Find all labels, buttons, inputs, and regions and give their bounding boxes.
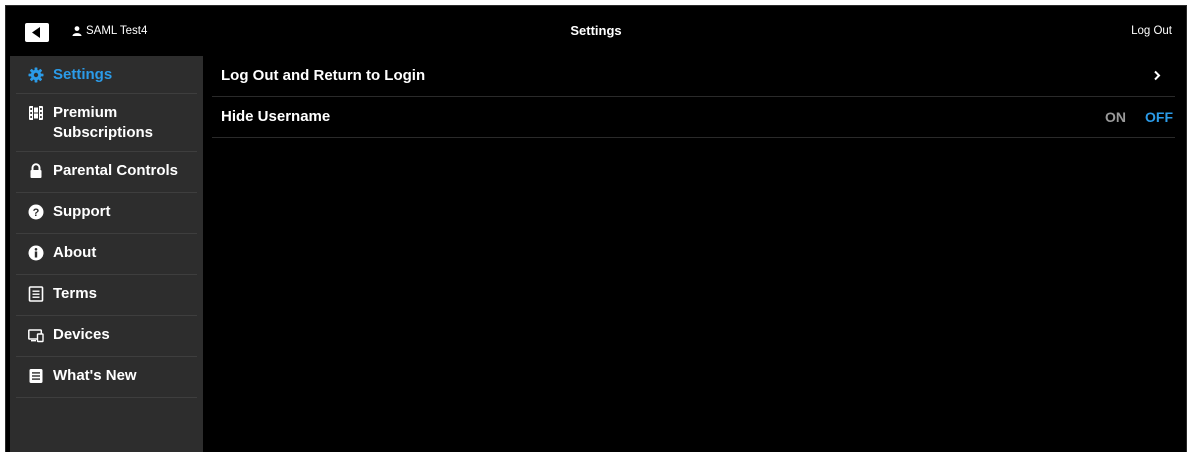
devices-icon [28, 329, 44, 343]
sidebar-item-label: Devices [53, 326, 110, 343]
sidebar-item-label: About [53, 244, 97, 261]
film-icon [29, 106, 43, 120]
hide-username-row: Hide Username ON OFF [212, 97, 1175, 138]
sidebar-item-label: What's New [53, 367, 137, 384]
gear-icon [28, 67, 44, 83]
sidebar-item-label: Settings [53, 66, 113, 83]
sidebar-item-label: Premium Subscriptions [53, 104, 154, 141]
sidebar-item-terms[interactable]: Terms [16, 275, 197, 316]
chevron-right-icon [1154, 70, 1161, 81]
sidebar-item-parental-controls[interactable]: Parental Controls [16, 152, 197, 193]
toggle-off-option[interactable]: OFF [1145, 107, 1173, 127]
sidebar-item-settings[interactable]: Settings [16, 56, 197, 94]
sidebar-item-label: Parental Controls [53, 162, 179, 179]
sidebar-item-label: Support [53, 203, 111, 220]
page-title: Settings [570, 23, 622, 38]
sidebar-item-devices[interactable]: Devices [16, 316, 197, 357]
info-circle-icon [28, 245, 44, 261]
svg-text:?: ? [33, 207, 40, 219]
logout-link[interactable]: Log Out [1131, 23, 1172, 39]
row-label: Hide Username [221, 108, 331, 125]
lock-icon [30, 163, 42, 178]
help-circle-icon: ? [28, 204, 44, 220]
news-icon [29, 369, 43, 383]
row-label: Log Out and Return to Login [221, 67, 426, 84]
sidebar-item-premium-subscriptions[interactable]: Premium Subscriptions [16, 94, 197, 152]
document-icon [28, 286, 44, 302]
sidebar: Settings Premium Subscriptions Parental … [10, 56, 203, 452]
top-bar: SAML Test4 Settings Log Out [6, 6, 1186, 56]
sidebar-item-support[interactable]: ? Support [16, 193, 197, 234]
toggle-on-option[interactable]: ON [1105, 107, 1126, 127]
sidebar-item-whats-new[interactable]: What's New [16, 357, 197, 398]
sidebar-item-about[interactable]: About [16, 234, 197, 275]
logout-return-row[interactable]: Log Out and Return to Login [212, 56, 1175, 97]
sidebar-item-label: Terms [53, 285, 97, 302]
app-window: SAML Test4 Settings Log Out Settings Pre… [6, 6, 1186, 452]
